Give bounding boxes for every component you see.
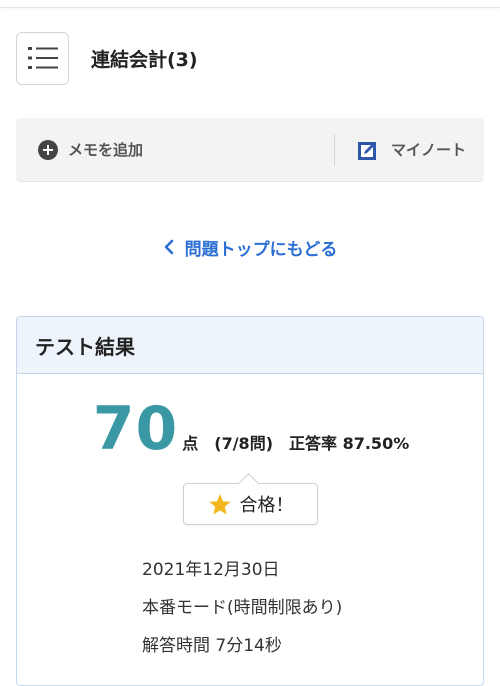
score-row: 70 点 (7/8問) 正答率 87.50% [17, 394, 483, 464]
star-icon [208, 493, 231, 514]
pass-label: 合格！ [239, 495, 294, 516]
pass-badge: 合格！ [183, 483, 318, 525]
menu-button[interactable] [16, 31, 69, 85]
score-value: 70 [92, 394, 179, 464]
edit-note-icon [358, 141, 376, 160]
result-info-list: 2021年12月30日 本番モード(時間制限あり) 解答時間 7分14秒 [142, 557, 342, 671]
mynote-label: マイノート [391, 141, 467, 159]
list-menu-icon [27, 47, 58, 69]
result-card: テスト結果 70 点 (7/8問) 正答率 87.50% 合格！ 2021年12… [16, 316, 484, 686]
test-mode: 本番モード(時間制限あり) [142, 598, 343, 618]
add-memo-label: メモを追加 [68, 141, 144, 159]
top-edge [0, 0, 500, 8]
answer-duration: 解答時間 7分14秒 [142, 636, 282, 656]
memo-bar: メモを追加 マイノート [16, 118, 484, 182]
mynote-button[interactable]: マイノート [335, 118, 466, 181]
correct-count: (7/8問) [214, 434, 274, 453]
test-date: 2021年12月30日 [142, 560, 280, 580]
back-link-label: 問題トップにもどる [184, 239, 338, 260]
score-unit: 点 [182, 434, 199, 453]
result-heading: テスト結果 [17, 317, 483, 374]
plus-circle-icon [38, 139, 58, 160]
back-to-top-link[interactable]: 問題トップにもどる [0, 230, 500, 264]
chevron-left-icon [164, 239, 173, 255]
add-memo-button[interactable]: メモを追加 [16, 118, 334, 181]
page-header: 連結会計(3) [16, 31, 198, 85]
accuracy-rate: 正答率 87.50% [289, 434, 410, 453]
page-title: 連結会計(3) [91, 48, 198, 71]
